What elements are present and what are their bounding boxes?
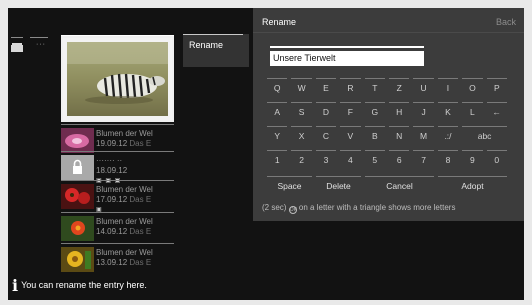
key-0-1[interactable]: W (289, 78, 313, 98)
rename-dialog: Rename Back QWERTZUIOP ASDFGHJKL← YXCVBNM.… (253, 8, 524, 221)
hint-bar: i You can rename the entry here. (12, 276, 147, 295)
dialog-title: Rename (262, 17, 297, 27)
ok-button-icon: OK (288, 206, 297, 214)
recording-subtitle: Das E (129, 227, 152, 236)
key-2-4[interactable]: B (363, 126, 387, 146)
key-3-5[interactable]: 6 (387, 150, 411, 170)
key-1-4[interactable]: G (363, 102, 387, 122)
key-2-7[interactable]: .:/ (436, 126, 460, 146)
key-1-8[interactable]: L (460, 102, 484, 122)
recording-date: 19.09.12 (96, 139, 128, 148)
key-0-5[interactable]: Z (387, 78, 411, 98)
recording-subtitle: Das E (129, 195, 152, 204)
key-0-3[interactable]: R (338, 78, 362, 98)
input-focus-marker (270, 46, 424, 48)
list-item[interactable]: Blumen der Wel 17.09.12 Das E ▣ (61, 180, 174, 214)
key-0-0[interactable]: Q (265, 78, 289, 98)
dialog-footer-hint: (2 sec) OK on a letter with a triangle s… (262, 203, 456, 214)
recording-date: 13.09.12 (96, 258, 128, 267)
recording-title: Blumen der Wel (96, 185, 153, 194)
selected-recording-thumbnail (67, 42, 168, 116)
key-2-2[interactable]: C (314, 126, 338, 146)
key-0-8[interactable]: O (460, 78, 484, 98)
list-item[interactable]: Blumen der Wel 14.09.12 Das E (61, 212, 174, 246)
recordings-panel: ··· Blumen der Wel 19.09.12 Das E ······… (8, 8, 184, 300)
key-2-6[interactable]: M (411, 126, 435, 146)
key-0-7[interactable]: I (436, 78, 460, 98)
menu-item-rename[interactable]: Rename (183, 34, 249, 67)
key-1-0[interactable]: A (265, 102, 289, 122)
recording-title: Blumen der Wel (96, 217, 153, 226)
key-1-1[interactable]: S (289, 102, 313, 122)
locked-thumbnail (61, 155, 94, 180)
key-2-5[interactable]: N (387, 126, 411, 146)
key-0-9[interactable]: P (485, 78, 509, 98)
key-3-0[interactable]: 1 (265, 150, 289, 170)
flower-thumbnail (61, 184, 94, 209)
list-item[interactable]: Blumen der Wel 13.09.12 Das E (61, 243, 174, 277)
recording-title: Blumen der Wel (96, 129, 153, 138)
recording-date: 17.09.12 (96, 195, 128, 204)
key-3-3[interactable]: 4 (338, 150, 362, 170)
back-button[interactable]: Back (496, 17, 516, 27)
key-3-2[interactable]: 3 (314, 150, 338, 170)
key-0-6[interactable]: U (411, 78, 435, 98)
key-3-4[interactable]: 5 (363, 150, 387, 170)
flower-thumbnail (61, 247, 94, 272)
hint-text: You can rename the entry here. (21, 280, 147, 290)
cancel-key[interactable]: Cancel (363, 176, 436, 196)
key-1-2[interactable]: D (314, 102, 338, 122)
recording-date: 18.09.12 (96, 166, 128, 175)
key-1-7[interactable]: K (436, 102, 460, 122)
key-3-1[interactable]: 2 (289, 150, 313, 170)
key-1-3[interactable]: F (338, 102, 362, 122)
key-3-9[interactable]: 0 (485, 150, 509, 170)
key-3-6[interactable]: 7 (411, 150, 435, 170)
key-0-2[interactable]: E (314, 78, 338, 98)
recordings-screen: ··· Blumen der Wel 19.09.12 Das E ······… (8, 8, 524, 300)
delete-key[interactable]: Delete (314, 176, 363, 196)
recording-subtitle: Das E (129, 258, 152, 267)
selected-recording[interactable] (61, 36, 174, 122)
key-1-6[interactable]: J (411, 102, 435, 122)
clapperboard-icon (11, 43, 23, 52)
recording-title: Blumen der Wel (96, 248, 153, 257)
zebra-image (67, 42, 168, 116)
key-2-0[interactable]: Y (265, 126, 289, 146)
info-icon: i (12, 276, 19, 295)
menu-item-label: Rename (189, 40, 224, 50)
flower-thumbnail (61, 216, 94, 241)
space-key[interactable]: Space (265, 176, 314, 196)
key-3-8[interactable]: 9 (460, 150, 484, 170)
recording-date: 14.09.12 (96, 227, 128, 236)
recording-subtitle: Das E (129, 139, 152, 148)
key-1-9[interactable]: ← (485, 102, 509, 122)
divider (253, 32, 524, 33)
adopt-key[interactable]: Adopt (436, 176, 509, 196)
folder-dots-label: ··· (36, 41, 46, 48)
key-2-8[interactable]: abc (460, 126, 509, 146)
divider (11, 37, 23, 38)
key-3-7[interactable]: 8 (436, 150, 460, 170)
key-0-4[interactable]: T (363, 78, 387, 98)
recording-title: ······· ·· (96, 156, 123, 165)
key-1-5[interactable]: H (387, 102, 411, 122)
name-input[interactable] (270, 51, 424, 66)
divider (30, 37, 48, 38)
flower-thumbnail (61, 128, 94, 153)
key-2-3[interactable]: V (338, 126, 362, 146)
key-2-1[interactable]: X (289, 126, 313, 146)
